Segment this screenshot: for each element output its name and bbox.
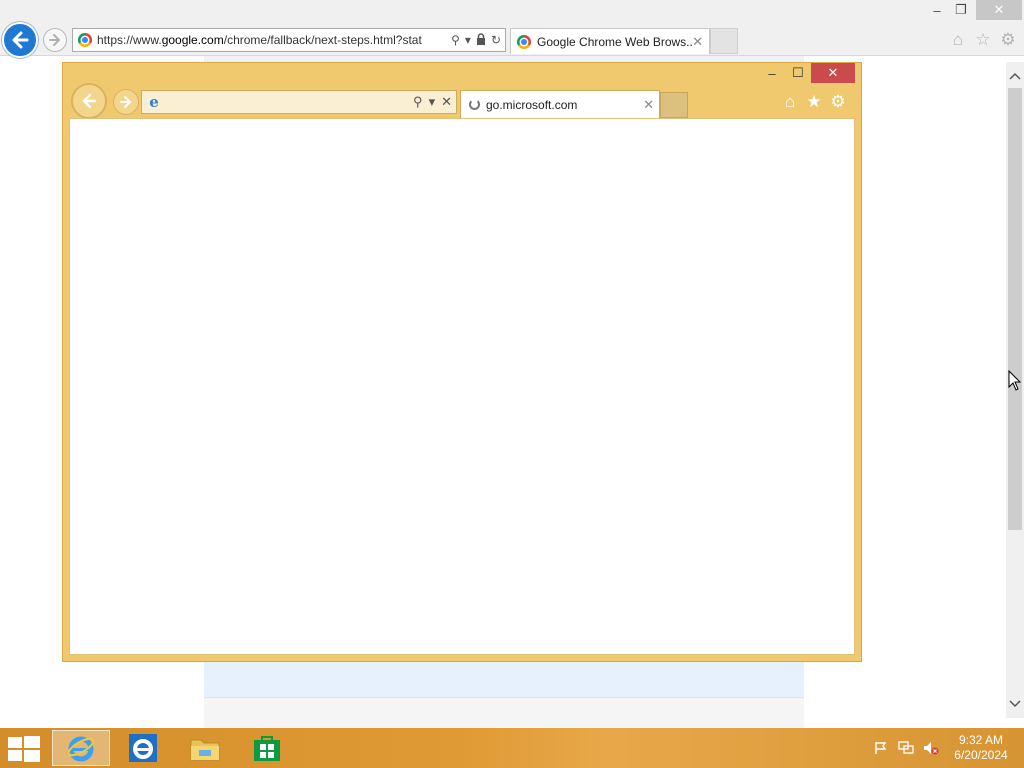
loading-spinner-icon: [469, 99, 480, 110]
forward-arrow-icon: [49, 34, 60, 46]
action-center-flag-icon[interactable]: [872, 740, 890, 756]
outer-tab-google-chrome[interactable]: Google Chrome Web Brows... ✕: [510, 28, 710, 54]
gear-icon[interactable]: ⚙: [998, 30, 1018, 50]
chrome-logo-icon: [517, 35, 531, 49]
inner-close-button[interactable]: ✕: [811, 63, 855, 83]
taskbar: 9:32 AM 6/20/2024: [0, 728, 1024, 768]
taskbar-internet-explorer-active[interactable]: [52, 730, 110, 766]
outer-address-url[interactable]: https://www.google.com/chrome/fallback/n…: [97, 33, 437, 47]
internet-explorer-icon: [129, 734, 157, 762]
volume-muted-icon[interactable]: [922, 740, 940, 756]
network-icon[interactable]: [897, 740, 915, 756]
taskbar-internet-explorer[interactable]: [114, 730, 172, 766]
system-clock[interactable]: 9:32 AM 6/20/2024: [946, 733, 1016, 763]
scrollbar-thumb[interactable]: [1008, 88, 1022, 530]
inner-minimize-button[interactable]: –: [759, 63, 785, 83]
favorites-star-icon[interactable]: ★: [803, 92, 825, 112]
dropdown-icon[interactable]: ▾: [429, 94, 436, 110]
dropdown-icon[interactable]: ▾: [465, 33, 471, 47]
back-arrow-icon: [12, 31, 29, 49]
chrome-logo-icon: [78, 33, 92, 47]
inner-tab-title: go.microsoft.com: [486, 98, 578, 112]
inner-browser-window: – ☐ ✕ e ⚲ ▾ ✕ go.microsoft.com ✕ ⌂ ★ ⚙: [62, 62, 862, 662]
background-page-band: [204, 660, 804, 698]
search-icon[interactable]: ⚲: [451, 33, 460, 47]
gear-icon[interactable]: ⚙: [827, 92, 849, 112]
store-icon: [254, 736, 280, 761]
lock-icon[interactable]: [476, 32, 486, 48]
outer-forward-button[interactable]: [43, 28, 67, 52]
mouse-cursor-icon: [1008, 370, 1022, 391]
outer-close-button[interactable]: ✕: [976, 0, 1022, 20]
inner-address-bar[interactable]: e ⚲ ▾ ✕: [141, 90, 457, 114]
outer-restore-button[interactable]: ❐: [944, 0, 978, 20]
clock-date: 6/20/2024: [954, 748, 1008, 762]
favorites-star-icon[interactable]: ☆: [973, 30, 993, 50]
inner-maximize-button[interactable]: ☐: [785, 63, 811, 83]
stop-icon[interactable]: ✕: [441, 94, 452, 110]
folder-icon: [190, 739, 220, 761]
taskbar-windows-store[interactable]: [238, 730, 296, 766]
background-page-footer: [204, 698, 804, 728]
refresh-icon[interactable]: ↻: [491, 33, 501, 47]
outer-new-tab-button[interactable]: [710, 28, 738, 54]
taskbar-file-explorer[interactable]: [176, 730, 234, 766]
back-arrow-icon: [82, 93, 97, 109]
clock-time: 9:32 AM: [958, 733, 1004, 747]
ie-logo-icon: e: [149, 93, 159, 111]
forward-arrow-icon: [120, 96, 131, 108]
inner-back-button[interactable]: [71, 83, 107, 119]
inner-tab-go-microsoft[interactable]: go.microsoft.com ✕: [460, 90, 660, 118]
outer-tab-title: Google Chrome Web Brows...: [537, 35, 693, 49]
internet-explorer-icon: [67, 736, 95, 762]
outer-title-bar: [0, 0, 1024, 22]
outer-address-bar[interactable]: https://www.google.com/chrome/fallback/n…: [72, 28, 506, 52]
start-button[interactable]: [8, 736, 40, 762]
inner-forward-button[interactable]: [113, 89, 139, 115]
scroll-up-arrow-icon[interactable]: [1006, 66, 1024, 86]
search-icon[interactable]: ⚲: [413, 94, 423, 110]
inner-page-content[interactable]: [69, 118, 855, 655]
home-icon[interactable]: ⌂: [948, 30, 968, 50]
close-tab-icon[interactable]: ✕: [643, 97, 654, 113]
home-icon[interactable]: ⌂: [779, 92, 801, 112]
close-tab-icon[interactable]: ✕: [692, 34, 703, 50]
inner-new-tab-button[interactable]: [660, 92, 688, 118]
scroll-down-arrow-icon[interactable]: [1006, 694, 1024, 714]
outer-back-button[interactable]: [2, 22, 38, 58]
